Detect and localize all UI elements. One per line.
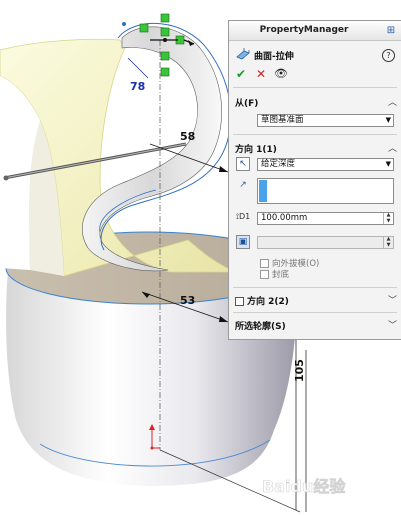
depth-input[interactable]: 100.00mm ▲ ▼	[257, 212, 394, 225]
end-condition-value: 给定深度	[261, 159, 296, 169]
direction-vector-listbox[interactable]	[257, 178, 394, 204]
property-manager-panel: PropertyManager ⊞ 曲面-拉伸 ? ✔ ✕ 👁 从(F) ︿ 草…	[228, 20, 401, 340]
end-condition-select[interactable]: 给定深度 ▼	[257, 158, 394, 171]
draft-icon[interactable]: ▣	[236, 235, 250, 249]
separator	[233, 134, 397, 135]
separator	[233, 312, 397, 313]
direction-vector-icon: ↗	[239, 180, 247, 190]
feature-header: 曲面-拉伸 ?	[229, 47, 401, 63]
from-section-label: 从(F)	[235, 99, 259, 109]
action-row: ✔ ✕ 👁	[229, 67, 401, 83]
listbox-highlight	[259, 180, 267, 202]
dropdown-arrow-icon: ▼	[385, 116, 391, 124]
reverse-direction-icon[interactable]: ↖	[236, 157, 250, 171]
draft-angle-input: ▲ ▼	[257, 236, 394, 249]
from-start-condition-select[interactable]: 草图基准面 ▼	[257, 114, 394, 127]
from-select-value: 草图基准面	[261, 115, 304, 125]
depth-value: 100.00mm	[261, 213, 308, 223]
direction1-section-label: 方向 1(1)	[235, 145, 277, 155]
selected-contours-label: 所选轮廓(S)	[235, 322, 286, 332]
depth-icon: ⟟D1	[236, 212, 251, 221]
cancel-button[interactable]: ✕	[256, 67, 266, 81]
pin-icon[interactable]: ⊞	[384, 24, 398, 37]
expand-chevron-icon[interactable]: ﹀	[388, 293, 397, 306]
dimension-78: 78	[130, 80, 145, 93]
property-manager-title: PropertyManager	[259, 25, 349, 35]
ok-button[interactable]: ✔	[236, 67, 246, 81]
preview-eye-icon[interactable]: 👁	[274, 67, 288, 80]
collapse-chevron-icon[interactable]: ︿	[388, 95, 397, 108]
watermark: Baidu经验	[262, 477, 346, 496]
separator	[233, 87, 397, 88]
checkbox-icon	[260, 259, 269, 268]
help-button[interactable]: ?	[382, 49, 395, 62]
separator	[233, 287, 397, 288]
feature-title: 曲面-拉伸	[254, 52, 294, 62]
dimension-105: 105	[293, 359, 306, 382]
direction2-checkbox[interactable]	[235, 297, 244, 306]
direction1-section-header[interactable]: 方向 1(1) ︿	[229, 141, 401, 155]
surface-extrude-icon	[236, 48, 250, 60]
checkbox-icon	[260, 270, 269, 279]
depth-spinner[interactable]: ▲ ▼	[383, 212, 393, 224]
direction2-row: 方向 2(2)	[235, 294, 289, 307]
dropdown-arrow-icon: ▼	[385, 160, 391, 168]
cap-end-label: 封底	[272, 270, 290, 280]
dimension-58: 58	[180, 130, 195, 143]
draft-spinner: ▲ ▼	[383, 236, 393, 248]
from-section-header[interactable]: 从(F) ︿	[229, 95, 401, 109]
direction2-section-header[interactable]: 方向 2(2) ﹀	[229, 293, 401, 307]
collapse-chevron-icon[interactable]: ︿	[388, 141, 397, 154]
dimension-53: 53	[180, 294, 195, 307]
cap-end-checkbox: 封底	[260, 268, 289, 280]
direction2-section-label: 方向 2(2)	[247, 297, 289, 307]
expand-chevron-icon[interactable]: ﹀	[388, 318, 397, 331]
selected-contours-section-header[interactable]: 所选轮廓(S) ﹀	[229, 318, 401, 332]
property-manager-titlebar: PropertyManager ⊞	[229, 21, 401, 41]
